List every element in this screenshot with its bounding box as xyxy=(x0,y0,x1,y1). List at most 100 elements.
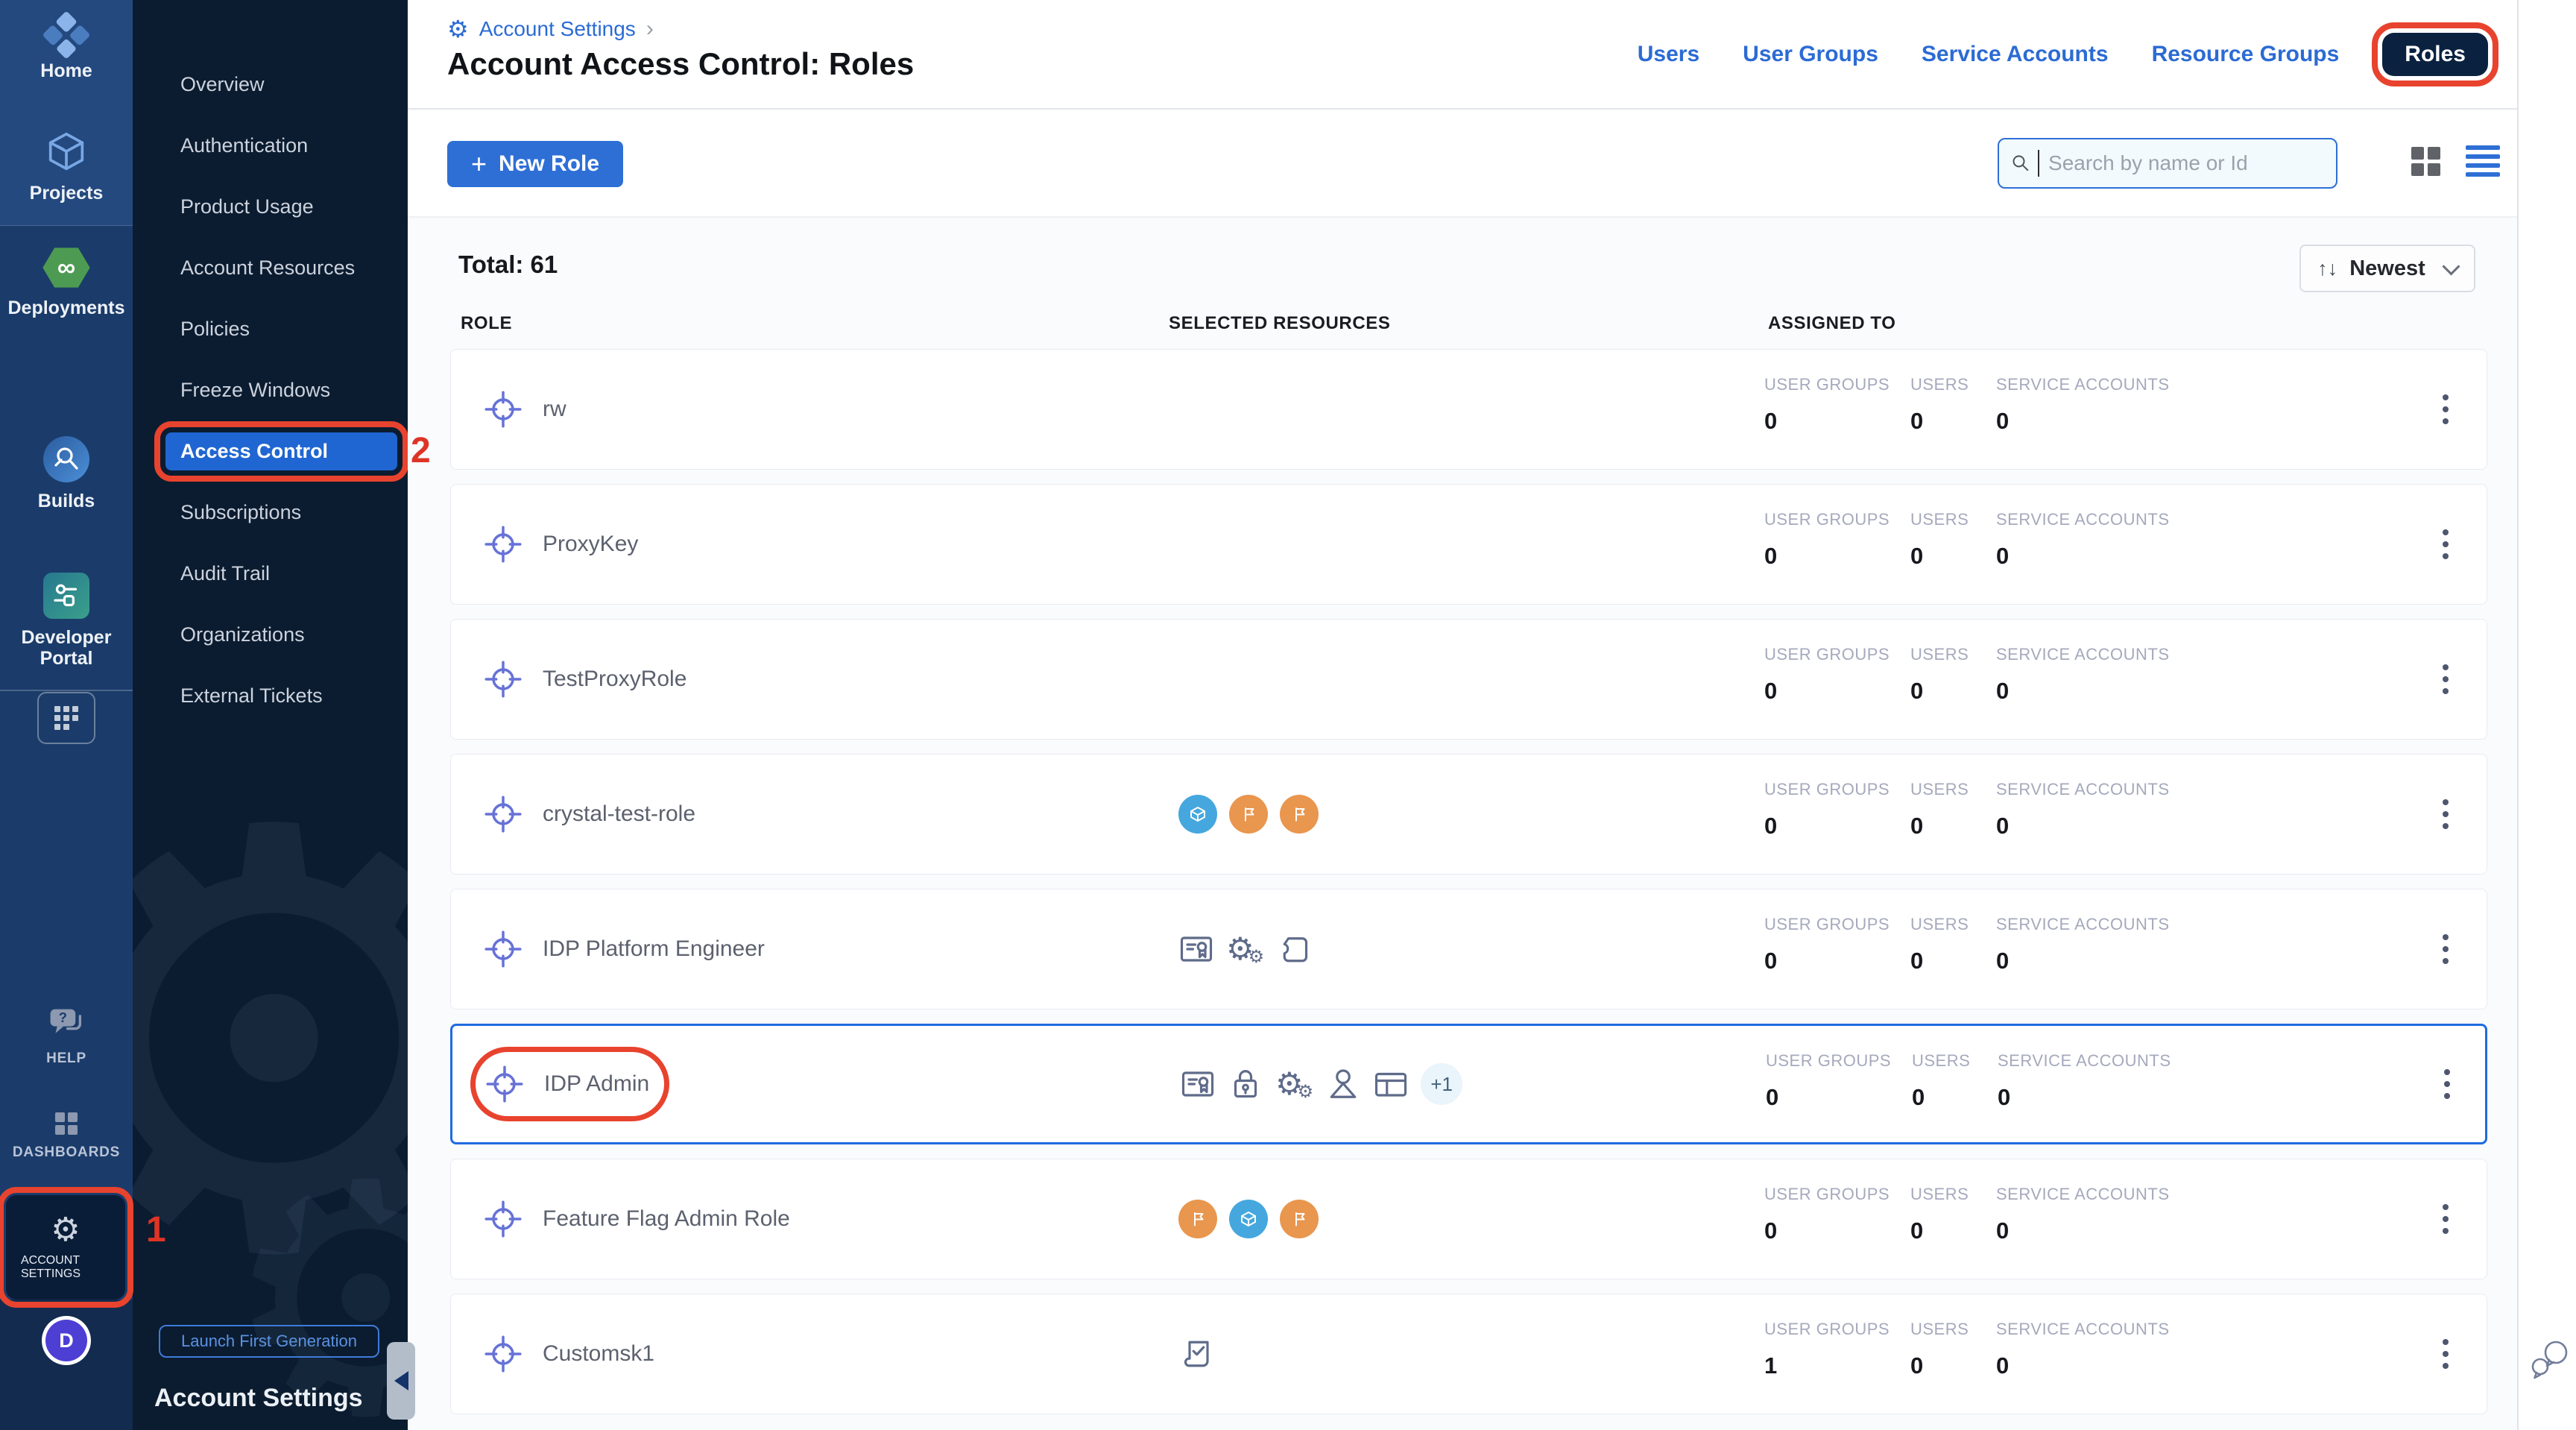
role-row-customsk1[interactable]: Customsk1USER GROUPS1USERS0SERVICE ACCOU… xyxy=(450,1294,2487,1414)
row-menu-button[interactable] xyxy=(2438,1063,2456,1105)
role-row-testproxyrole[interactable]: TestProxyRoleUSER GROUPS0USERS0SERVICE A… xyxy=(450,619,2487,740)
role-row-idp-platform-engineer[interactable]: IDP Platform Engineer⚙⚙USER GROUPS0USERS… xyxy=(450,889,2487,1009)
role-name-cell[interactable]: TestProxyRole xyxy=(482,655,694,704)
nav-builds[interactable]: Builds xyxy=(0,436,133,512)
sidebar-item-external-tickets[interactable]: External Tickets xyxy=(133,677,408,715)
view-toggle xyxy=(2411,145,2500,177)
home-diamond-icon xyxy=(42,10,90,59)
sidebar-item-access-control[interactable]: Access Control xyxy=(165,432,397,470)
apps-grid-button[interactable] xyxy=(37,692,95,744)
support-chat-icon[interactable] xyxy=(2529,1335,2572,1386)
role-name: IDP Platform Engineer xyxy=(543,936,765,962)
role-row-rw[interactable]: rwUSER GROUPS0USERS0SERVICE ACCOUNTS0 xyxy=(450,349,2487,470)
tab-users[interactable]: Users xyxy=(1638,42,1699,67)
user-avatar[interactable]: D xyxy=(45,1320,87,1361)
sidebar-item-subscriptions[interactable]: Subscriptions xyxy=(133,494,408,532)
tab-service-accounts[interactable]: Service Accounts xyxy=(1922,42,2109,67)
nav-developer-portal[interactable]: Developer Portal xyxy=(0,573,133,669)
annotation-step-1: 1 xyxy=(146,1209,166,1250)
nav-projects[interactable]: Projects xyxy=(0,128,133,204)
sidebar-item-product-usage[interactable]: Product Usage xyxy=(133,188,408,226)
circuit-icon xyxy=(43,573,89,619)
role-crosshair-icon xyxy=(482,658,525,701)
assigned-users: USERS0 xyxy=(1912,1051,1970,1111)
nav-projects-label: Projects xyxy=(30,183,104,204)
role-name-cell[interactable]: IDP Admin xyxy=(483,1059,657,1109)
role-row-proxykey[interactable]: ProxyKeyUSER GROUPS0USERS0SERVICE ACCOUN… xyxy=(450,484,2487,605)
orange-flag-resource-icon xyxy=(1280,795,1319,834)
tab-resource-groups[interactable]: Resource Groups xyxy=(2152,42,2340,67)
sidebar-item-freeze-windows[interactable]: Freeze Windows xyxy=(133,371,408,409)
role-name-cell[interactable]: crystal-test-role xyxy=(482,790,703,839)
row-menu-button[interactable] xyxy=(2437,523,2455,565)
page-header: ⚙ Account Settings › Account Access Cont… xyxy=(408,0,2576,110)
role-crosshair-icon xyxy=(482,388,525,431)
sidebar-collapse-handle[interactable] xyxy=(387,1342,415,1420)
breadcrumb-link[interactable]: Account Settings xyxy=(479,17,636,41)
sidebar-item-account-resources[interactable]: Account Resources xyxy=(133,249,408,287)
row-menu-button[interactable] xyxy=(2437,793,2455,835)
nav-dashboards[interactable]: DASHBOARDS xyxy=(0,1112,133,1162)
breadcrumb-gear-icon: ⚙ xyxy=(447,17,469,41)
sidebar-item-authentication[interactable]: Authentication xyxy=(133,127,408,165)
selected-resources-cell xyxy=(1178,1200,1319,1238)
blue-box-resource-icon xyxy=(1178,795,1217,834)
assigned-service-accounts: SERVICE ACCOUNTS0 xyxy=(1996,1185,2170,1244)
assigned-service-accounts: SERVICE ACCOUNTS0 xyxy=(1996,645,2170,705)
assigned-service-accounts: SERVICE ACCOUNTS0 xyxy=(1996,780,2170,840)
sidebar-item-organizations[interactable]: Organizations xyxy=(133,616,408,654)
search-box[interactable] xyxy=(1998,138,2337,189)
header-tabs: Users User Groups Service Accounts Resource… xyxy=(1638,0,2488,108)
breadcrumb: ⚙ Account Settings › xyxy=(447,16,654,42)
infinity-hexagon-icon: ∞ xyxy=(42,246,91,289)
role-name-cell[interactable]: Feature Flag Admin Role xyxy=(482,1194,798,1244)
column-selected-resources: SELECTED RESOURCES xyxy=(1169,313,1391,334)
sidebar-item-policies[interactable]: Policies xyxy=(133,310,408,348)
role-name-cell[interactable]: rw xyxy=(482,385,574,434)
gear-icon: ⚙ xyxy=(51,1214,80,1247)
nav-home[interactable]: Home xyxy=(0,13,133,82)
assigned-service-accounts: SERVICE ACCOUNTS0 xyxy=(1996,1320,2170,1379)
role-row-idp-admin[interactable]: IDP Admin⚙⚙+1USER GROUPS0USERS0SERVICE A… xyxy=(450,1024,2487,1144)
tab-roles[interactable]: Roles xyxy=(2382,33,2488,76)
sidebar-item-overview[interactable]: Overview xyxy=(133,66,408,104)
assigned-service-accounts: SERVICE ACCOUNTS0 xyxy=(1996,915,2170,974)
role-name-cell[interactable]: Customsk1 xyxy=(482,1329,662,1379)
list-view-icon[interactable] xyxy=(2466,145,2500,177)
new-role-button-label: New Role xyxy=(499,151,599,177)
roles-list: rwUSER GROUPS0USERS0SERVICE ACCOUNTS0 Pro… xyxy=(450,349,2487,1414)
chevron-down-icon xyxy=(2442,257,2460,275)
page: Home Projects ∞ Deployments Builds Devel… xyxy=(0,0,2576,1430)
assigned-users: USERS0 xyxy=(1910,1320,1969,1379)
search-input[interactable] xyxy=(2047,151,2324,176)
role-row-feature-flag-admin-role[interactable]: Feature Flag Admin RoleUSER GROUPS0USERS… xyxy=(450,1159,2487,1279)
grid-view-icon[interactable] xyxy=(2411,147,2440,176)
orange-flag-resource-icon xyxy=(1280,1200,1319,1238)
scroll-check-icon xyxy=(1178,1336,1214,1372)
nav-help[interactable]: ? HELP xyxy=(0,1005,133,1068)
row-menu-button[interactable] xyxy=(2437,1333,2455,1375)
row-menu-button[interactable] xyxy=(2437,658,2455,700)
sort-dropdown[interactable]: ↑↓ Newest xyxy=(2299,245,2475,292)
row-menu-button[interactable] xyxy=(2437,388,2455,430)
nav-deployments-label: Deployments xyxy=(8,298,125,319)
row-menu-button[interactable] xyxy=(2437,928,2455,970)
role-name-cell[interactable]: ProxyKey xyxy=(482,520,645,569)
gears-icon: ⚙⚙ xyxy=(1275,1068,1313,1100)
nav-deployments[interactable]: ∞ Deployments xyxy=(0,246,133,319)
launch-first-generation-button[interactable]: Launch First Generation xyxy=(159,1325,379,1358)
sidebar-item-audit-trail[interactable]: Audit Trail xyxy=(133,555,408,593)
sort-arrows-icon: ↑↓ xyxy=(2317,257,2337,280)
selected-resources-cell: ⚙⚙+1 xyxy=(1180,1063,1462,1105)
sidebar-footer-title: Account Settings xyxy=(154,1384,363,1413)
nav-account-settings[interactable]: ⚙ ACCOUNT SETTINGS xyxy=(6,1195,125,1300)
role-row-crystal-test-role[interactable]: crystal-test-roleUSER GROUPS0USERS0SERVI… xyxy=(450,754,2487,875)
row-menu-button[interactable] xyxy=(2437,1198,2455,1240)
role-name-cell[interactable]: IDP Platform Engineer xyxy=(482,925,772,974)
assigned-users: USERS0 xyxy=(1910,915,1969,974)
page-title: Account Access Control: Roles xyxy=(447,46,914,82)
selected-resources-cell xyxy=(1178,1336,1214,1372)
tab-user-groups[interactable]: User Groups xyxy=(1743,42,1878,67)
new-role-button[interactable]: + New Role xyxy=(447,141,623,187)
help-chat-icon: ? xyxy=(47,1005,86,1041)
